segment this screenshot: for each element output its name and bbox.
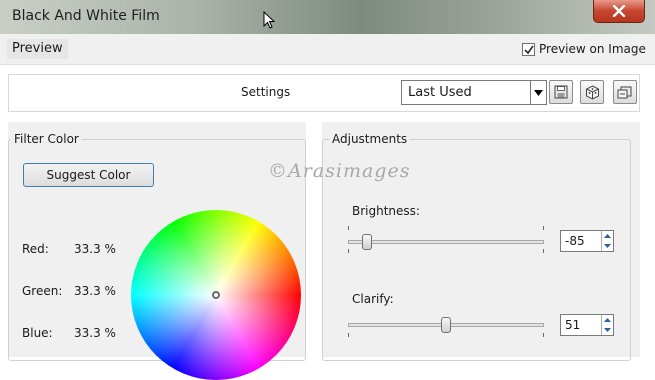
preset-dropdown[interactable]: Last Used	[401, 80, 547, 105]
cursor-icon	[263, 11, 276, 29]
red-label: Red:	[22, 242, 49, 256]
preset-value: Last Used	[408, 85, 472, 100]
settings-label: Settings	[241, 85, 291, 99]
filter-color-panel: Filter Color Suggest Color Red: 33.3 % G…	[8, 122, 306, 380]
window-title: Black And White Film	[12, 8, 160, 24]
watermark-text: ©Arasimages	[268, 160, 411, 182]
clarify-slider-thumb[interactable]	[441, 317, 451, 333]
checkmark-icon	[524, 45, 534, 55]
spin-down-icon[interactable]	[602, 325, 613, 335]
red-value: 33.3 %	[74, 242, 116, 256]
clarify-value[interactable]: 51	[565, 318, 580, 332]
preview-on-image-label[interactable]: Preview on Image	[539, 42, 646, 56]
manage-presets-icon	[617, 86, 632, 98]
green-label: Green:	[22, 284, 63, 298]
menu-bar: Preview Preview on Image	[0, 34, 655, 65]
brightness-value[interactable]: -85	[565, 234, 585, 248]
adjustments-title: Adjustments	[329, 132, 411, 146]
filter-color-title: Filter Color	[11, 132, 82, 146]
brightness-tick	[543, 249, 544, 253]
brightness-tick	[543, 226, 544, 230]
dropdown-arrow-icon[interactable]	[530, 81, 546, 104]
brightness-label: Brightness:	[352, 204, 420, 218]
random-preset-button[interactable]	[580, 80, 604, 104]
cube-icon	[585, 84, 599, 100]
brightness-slider-track[interactable]	[348, 240, 544, 244]
blue-value: 33.3 %	[74, 326, 116, 340]
clarify-tick	[543, 333, 544, 337]
preview-tab[interactable]: Preview	[7, 39, 68, 59]
suggest-color-button[interactable]: Suggest Color	[23, 163, 154, 187]
clarify-label: Clarify:	[352, 292, 394, 306]
clarify-spin-buttons	[601, 315, 613, 335]
adjustments-panel: Adjustments Brightness: -85 Clarify: 51	[322, 122, 640, 361]
settings-bar: Settings Last Used	[8, 74, 640, 112]
title-bar: Black And White Film	[0, 0, 655, 34]
spin-up-icon[interactable]	[602, 315, 613, 325]
brightness-tick	[348, 249, 349, 253]
color-wheel-marker[interactable]	[212, 291, 220, 299]
manage-presets-button[interactable]	[613, 80, 637, 104]
close-icon	[612, 5, 626, 17]
brightness-slider-thumb[interactable]	[361, 234, 372, 250]
brightness-spinbox[interactable]: -85	[560, 230, 614, 252]
blue-label: Blue:	[22, 326, 53, 340]
clarify-spinbox[interactable]: 51	[560, 314, 614, 336]
save-icon	[554, 85, 568, 99]
preview-on-image-checkbox[interactable]	[522, 43, 535, 56]
close-button[interactable]	[593, 0, 645, 23]
spin-down-icon[interactable]	[602, 241, 613, 251]
spin-up-icon[interactable]	[602, 231, 613, 241]
color-wheel[interactable]	[131, 210, 301, 380]
save-preset-button[interactable]	[549, 80, 573, 104]
brightness-spin-buttons	[601, 231, 613, 251]
green-value: 33.3 %	[74, 284, 116, 298]
brightness-tick	[348, 226, 349, 230]
clarify-tick	[348, 333, 349, 337]
